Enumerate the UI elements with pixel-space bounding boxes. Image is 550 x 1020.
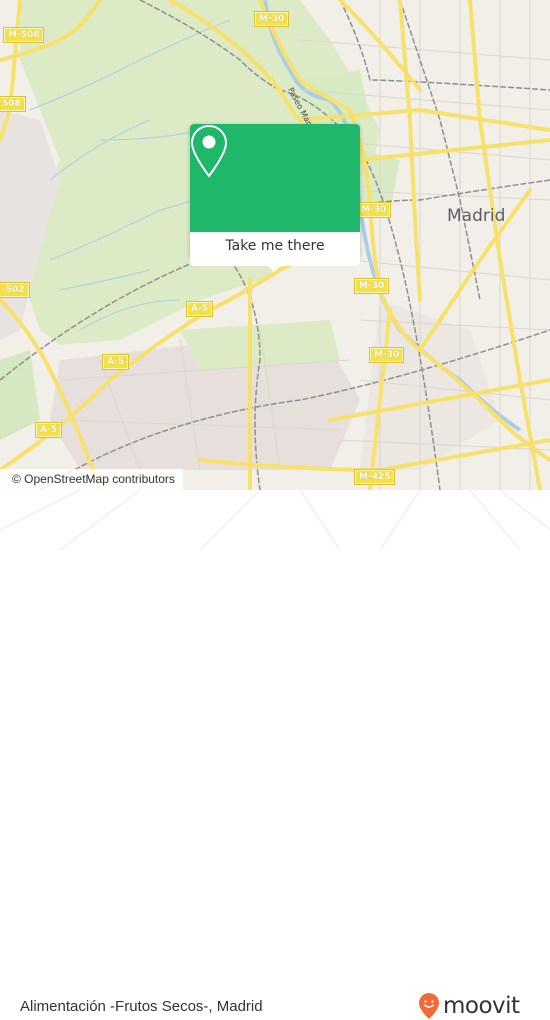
footer-background-pattern [0,490,550,550]
take-me-there-button[interactable]: Take me there [190,232,360,266]
city-label: Madrid [447,206,506,226]
location-pin-icon [190,124,228,178]
moovit-smile-pin-icon [419,993,439,1019]
place-name: Alimentación -Frutos Secos-, Madrid [20,998,263,1015]
map-attribution[interactable]: © OpenStreetMap contributors [0,469,183,490]
popup-pin-area[interactable] [190,124,360,232]
road-label-m30: M-30 [368,347,405,363]
popup-pointer [266,264,282,272]
road-label-m30: M-30 [353,278,390,294]
road-label-m508: M-508 [2,27,45,43]
road-label-m30: M-30 [355,202,392,218]
road-label-a5: A-5 [102,354,129,370]
road-label-m502: -502 [0,282,30,298]
road-label-a5: A-5 [35,422,62,438]
road-label-m508: 508 [0,96,26,112]
footer: Alimentación -Frutos Secos-, Madrid moov… [0,490,550,1019]
moovit-logo-text: moovit [443,993,520,1019]
road-label-m30: M-30 [253,11,290,27]
location-popup: Take me there [190,124,360,272]
road-label-m425: M-425 [353,469,396,485]
road-label-a5: A-5 [186,301,213,317]
moovit-logo[interactable]: moovit [418,992,520,1020]
map-view[interactable]: M-508 508 M-30 M-30 -502 A-5 A-5 A-5 M-3… [0,0,550,490]
